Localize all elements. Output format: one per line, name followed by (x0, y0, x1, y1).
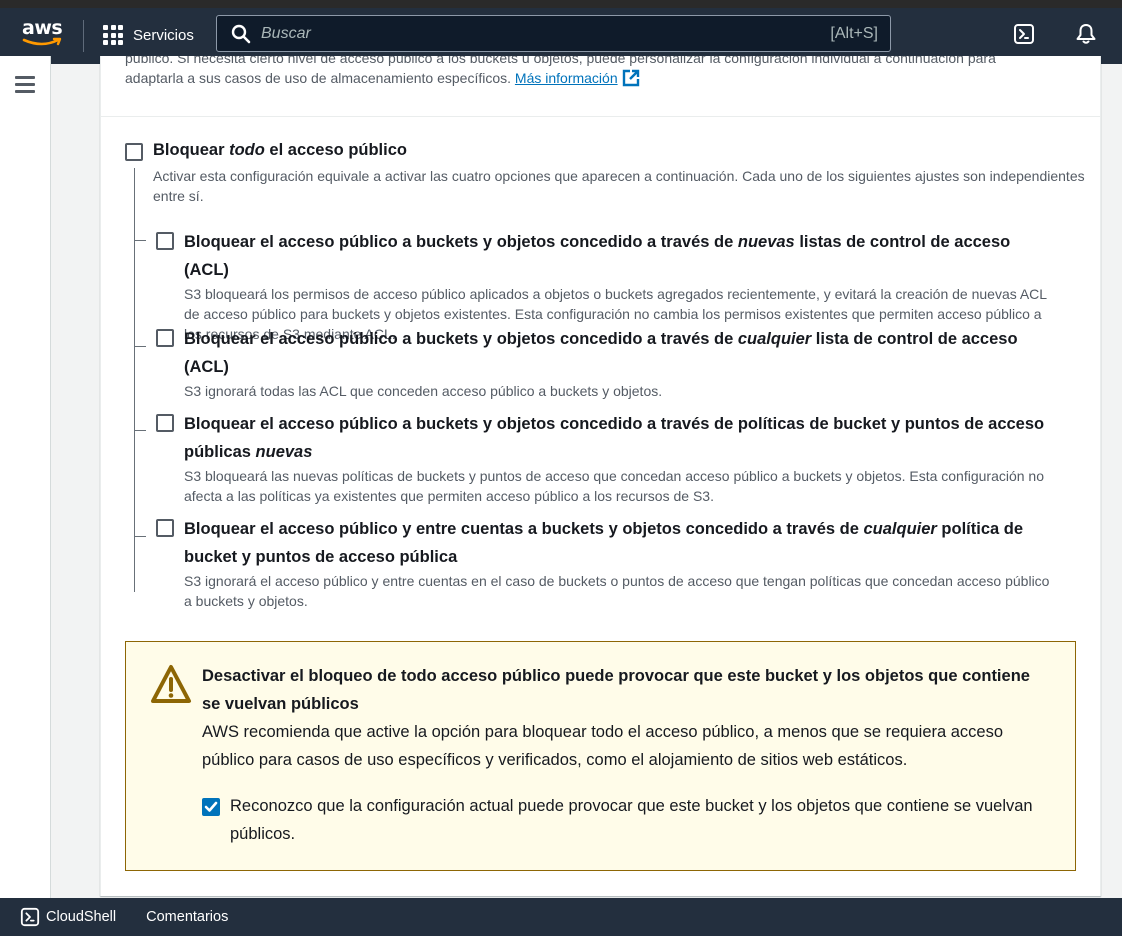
notifications-button[interactable] (1072, 20, 1100, 48)
block-new-policies-checkbox[interactable] (156, 414, 174, 432)
acknowledge-label[interactable]: Reconozco que la configuración actual pu… (230, 792, 1052, 848)
acknowledge-checkbox[interactable] (202, 798, 220, 816)
console-footer: CloudShell Comentarios (0, 898, 1122, 936)
section-divider (101, 116, 1100, 117)
tree-connector (134, 168, 135, 592)
block-any-acls-title: Bloquear el acceso público a buckets y o… (184, 330, 1018, 376)
bell-icon (1076, 24, 1096, 44)
services-menu-button[interactable]: Servicios (103, 21, 194, 49)
intro-cut-line: público. Si necesita cierto nivel de acc… (125, 56, 996, 66)
intro-body: adaptarla a sus casos de uso de almacena… (125, 70, 512, 86)
acknowledge-row: Reconozco que la configuración actual pu… (202, 792, 1052, 848)
search-shortcut: [Alt+S] (830, 24, 878, 42)
intro-text: público. Si necesita cierto nivel de acc… (125, 56, 1085, 88)
footer-feedback-button[interactable]: Comentarios (146, 909, 228, 925)
search-icon (231, 24, 251, 43)
warning-text: AWS recomienda que active la opción para… (202, 723, 1004, 769)
terminal-icon (20, 907, 40, 927)
block-any-policies-description: S3 ignorará el acceso público y entre cu… (184, 573, 1050, 609)
aws-logo-text: aws (22, 17, 63, 39)
learn-more-link[interactable]: Más información (515, 68, 640, 88)
side-navigation-rail (0, 56, 51, 898)
grid-icon (103, 25, 123, 45)
warning-icon (151, 665, 191, 703)
block-any-policies-title: Bloquear el acceso público y entre cuent… (184, 520, 1024, 566)
aws-smile-icon (22, 37, 62, 46)
block-new-acls-title: Bloquear el acceso público a buckets y o… (184, 233, 1011, 279)
aws-logo[interactable]: aws (22, 18, 64, 48)
block-new-acls-checkbox[interactable] (156, 232, 174, 250)
footer-cloudshell-button[interactable]: CloudShell (20, 907, 116, 927)
block-all-checkbox[interactable] (125, 143, 143, 161)
menu-icon[interactable] (15, 76, 35, 94)
top-navigation: aws Servicios [Alt+S] (0, 0, 1122, 64)
block-all-title: Bloquear todo el acceso público (153, 141, 407, 159)
tree-connector (134, 240, 146, 241)
warning-title: Desactivar el bloqueo de todo acceso púb… (202, 667, 1030, 713)
block-public-access-panel: público. Si necesita cierto nivel de acc… (100, 56, 1101, 896)
option-block-any-policies: Bloquear el acceso público y entre cuent… (156, 515, 1056, 611)
nav-divider (83, 20, 84, 52)
public-access-warning: Desactivar el bloqueo de todo acceso púb… (125, 641, 1076, 871)
option-block-any-acls: Bloquear el acceso público a buckets y o… (156, 325, 1056, 401)
services-label: Servicios (133, 26, 194, 44)
block-all-description: Activar esta configuración equivale a ac… (153, 168, 1085, 204)
external-link-icon (622, 69, 639, 87)
block-any-acls-checkbox[interactable] (156, 329, 174, 347)
search-input[interactable] (261, 18, 831, 49)
footer-feedback-label: Comentarios (146, 909, 229, 925)
block-new-policies-description: S3 bloqueará las nuevas políticas de buc… (184, 468, 1044, 504)
search-bar[interactable]: [Alt+S] (216, 15, 891, 52)
option-block-new-policies: Bloquear el acceso público a buckets y o… (156, 410, 1056, 506)
tree-connector (134, 430, 146, 431)
learn-more-label: Más información (514, 70, 618, 86)
checkmark-icon (204, 801, 218, 812)
block-new-policies-title: Bloquear el acceso público a buckets y o… (184, 415, 1045, 461)
cloudshell-button[interactable] (1010, 20, 1038, 48)
block-any-acls-description: S3 ignorará todas las ACL que conceden a… (184, 383, 663, 399)
terminal-icon (1014, 24, 1034, 44)
block-any-policies-checkbox[interactable] (156, 519, 174, 537)
tree-connector (134, 536, 146, 537)
tree-connector (134, 346, 146, 347)
block-all-public-access: Bloquear todo el acceso público Activar … (125, 140, 1085, 206)
footer-cloudshell-label: CloudShell (46, 909, 117, 925)
